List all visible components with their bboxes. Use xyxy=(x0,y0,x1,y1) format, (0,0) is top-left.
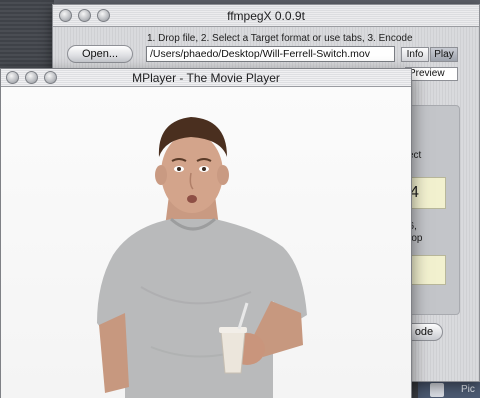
info-button[interactable]: Info xyxy=(401,47,429,62)
picture-file-icon[interactable] xyxy=(430,383,444,397)
file-path-field[interactable]: /Users/phaedo/Desktop/Will-Ferrell-Switc… xyxy=(146,46,395,62)
dock-item-label: Pic xyxy=(461,384,475,395)
preview-button[interactable]: Preview xyxy=(405,67,458,81)
mplayer-window: MPlayer - The Movie Player xyxy=(0,68,412,398)
instructions-text: 1. Drop file, 2. Select a Target format … xyxy=(147,33,413,44)
ffmpegx-title: ffmpegX 0.0.9t xyxy=(227,9,305,23)
video-person-image xyxy=(97,117,307,398)
mplayer-titlebar[interactable]: MPlayer - The Movie Player xyxy=(1,69,411,87)
video-frame[interactable] xyxy=(1,87,411,398)
play-button[interactable]: Play xyxy=(430,47,458,62)
open-button[interactable]: Open... xyxy=(67,45,133,63)
mplayer-title: MPlayer - The Movie Player xyxy=(132,71,280,85)
ffmpegx-titlebar[interactable]: ffmpegX 0.0.9t xyxy=(53,5,479,27)
